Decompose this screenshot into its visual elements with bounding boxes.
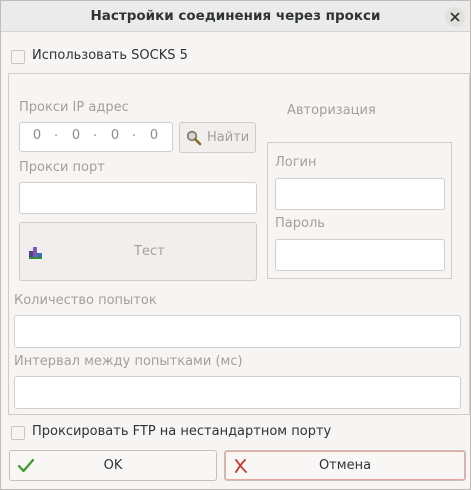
ip-separator: . <box>132 125 137 140</box>
ip-octet-1[interactable]: 0 <box>25 123 49 149</box>
dialog-title: Настройки соединения через прокси <box>90 8 381 24</box>
socks5-checkbox[interactable] <box>11 50 25 64</box>
find-button-label: Найти <box>207 130 250 145</box>
ip-octet-2[interactable]: 0 <box>64 123 88 149</box>
ip-separator: . <box>93 125 98 140</box>
interval-label: Интервал между попытками (мс) <box>14 354 243 369</box>
ip-octet-3[interactable]: 0 <box>103 123 127 149</box>
ftp-proxy-label: Проксировать FTP на нестандартном порту <box>32 424 332 439</box>
close-icon <box>450 12 460 22</box>
ftp-proxy-checkbox[interactable] <box>11 426 25 440</box>
test-button[interactable]: Тест <box>19 222 257 281</box>
ip-octet-4[interactable]: 0 <box>142 123 166 149</box>
network-test-icon <box>29 247 42 259</box>
proxy-port-label: Прокси порт <box>19 160 105 175</box>
title-bar: Настройки соединения через прокси <box>1 1 470 32</box>
password-input[interactable] <box>275 239 445 271</box>
find-button[interactable]: Найти <box>179 122 256 153</box>
ok-button[interactable]: OK <box>9 450 217 481</box>
proxy-settings-dialog: Настройки соединения через прокси Исполь… <box>0 0 471 490</box>
proxy-ip-label: Прокси IP адрес <box>19 100 129 115</box>
test-button-label: Тест <box>134 244 165 259</box>
ip-separator: . <box>54 125 59 140</box>
proxy-port-input[interactable] <box>19 182 257 214</box>
interval-input[interactable] <box>14 376 461 409</box>
retries-input[interactable] <box>14 315 461 348</box>
socks5-label: Использовать SOCKS 5 <box>32 48 188 63</box>
cancel-button[interactable]: Отмена <box>224 450 466 481</box>
login-label: Логин <box>275 155 317 170</box>
cancel-button-label: Отмена <box>318 458 372 473</box>
retries-label: Количество попыток <box>14 293 157 308</box>
login-input[interactable] <box>275 178 445 210</box>
magnifier-icon <box>186 130 202 146</box>
auth-group-title: Авторизация <box>287 103 376 118</box>
ok-button-label: OK <box>103 458 123 473</box>
password-label: Пароль <box>275 216 325 231</box>
close-button[interactable] <box>445 7 465 27</box>
